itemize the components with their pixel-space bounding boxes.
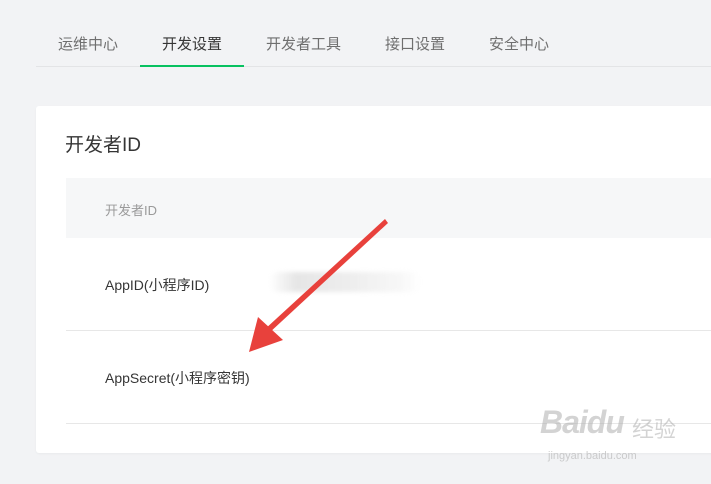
appid-value-redacted — [269, 272, 421, 292]
tab-bar: 运维中心 开发设置 开发者工具 接口设置 安全中心 — [36, 0, 711, 67]
card-title: 开发者ID — [65, 135, 142, 156]
table-header: 开发者ID — [66, 178, 711, 238]
table-row-appid: AppID(小程序ID) — [66, 238, 711, 331]
baidu-jingyan-watermark: Baidu 经验 jingyan.baidu.com — [540, 398, 700, 468]
appsecret-label: AppSecret(小程序密钥) — [105, 370, 250, 386]
tab-dev-tools[interactable]: 开发者工具 — [263, 0, 344, 66]
watermark-product: 经验 — [632, 417, 677, 442]
top-nav-bar: 运维中心 开发设置 开发者工具 接口设置 安全中心 — [0, 0, 711, 67]
watermark-url: jingyan.baidu.com — [548, 450, 637, 462]
table-header-label: 开发者ID — [105, 203, 158, 218]
tab-security-center[interactable]: 安全中心 — [487, 0, 551, 66]
appid-label: AppID(小程序ID) — [105, 277, 210, 293]
tab-dev-settings[interactable]: 开发设置 — [140, 0, 244, 67]
tab-api-settings[interactable]: 接口设置 — [383, 0, 447, 66]
tab-ops-center[interactable]: 运维中心 — [56, 0, 120, 66]
watermark-logo: Baidu — [540, 404, 625, 440]
